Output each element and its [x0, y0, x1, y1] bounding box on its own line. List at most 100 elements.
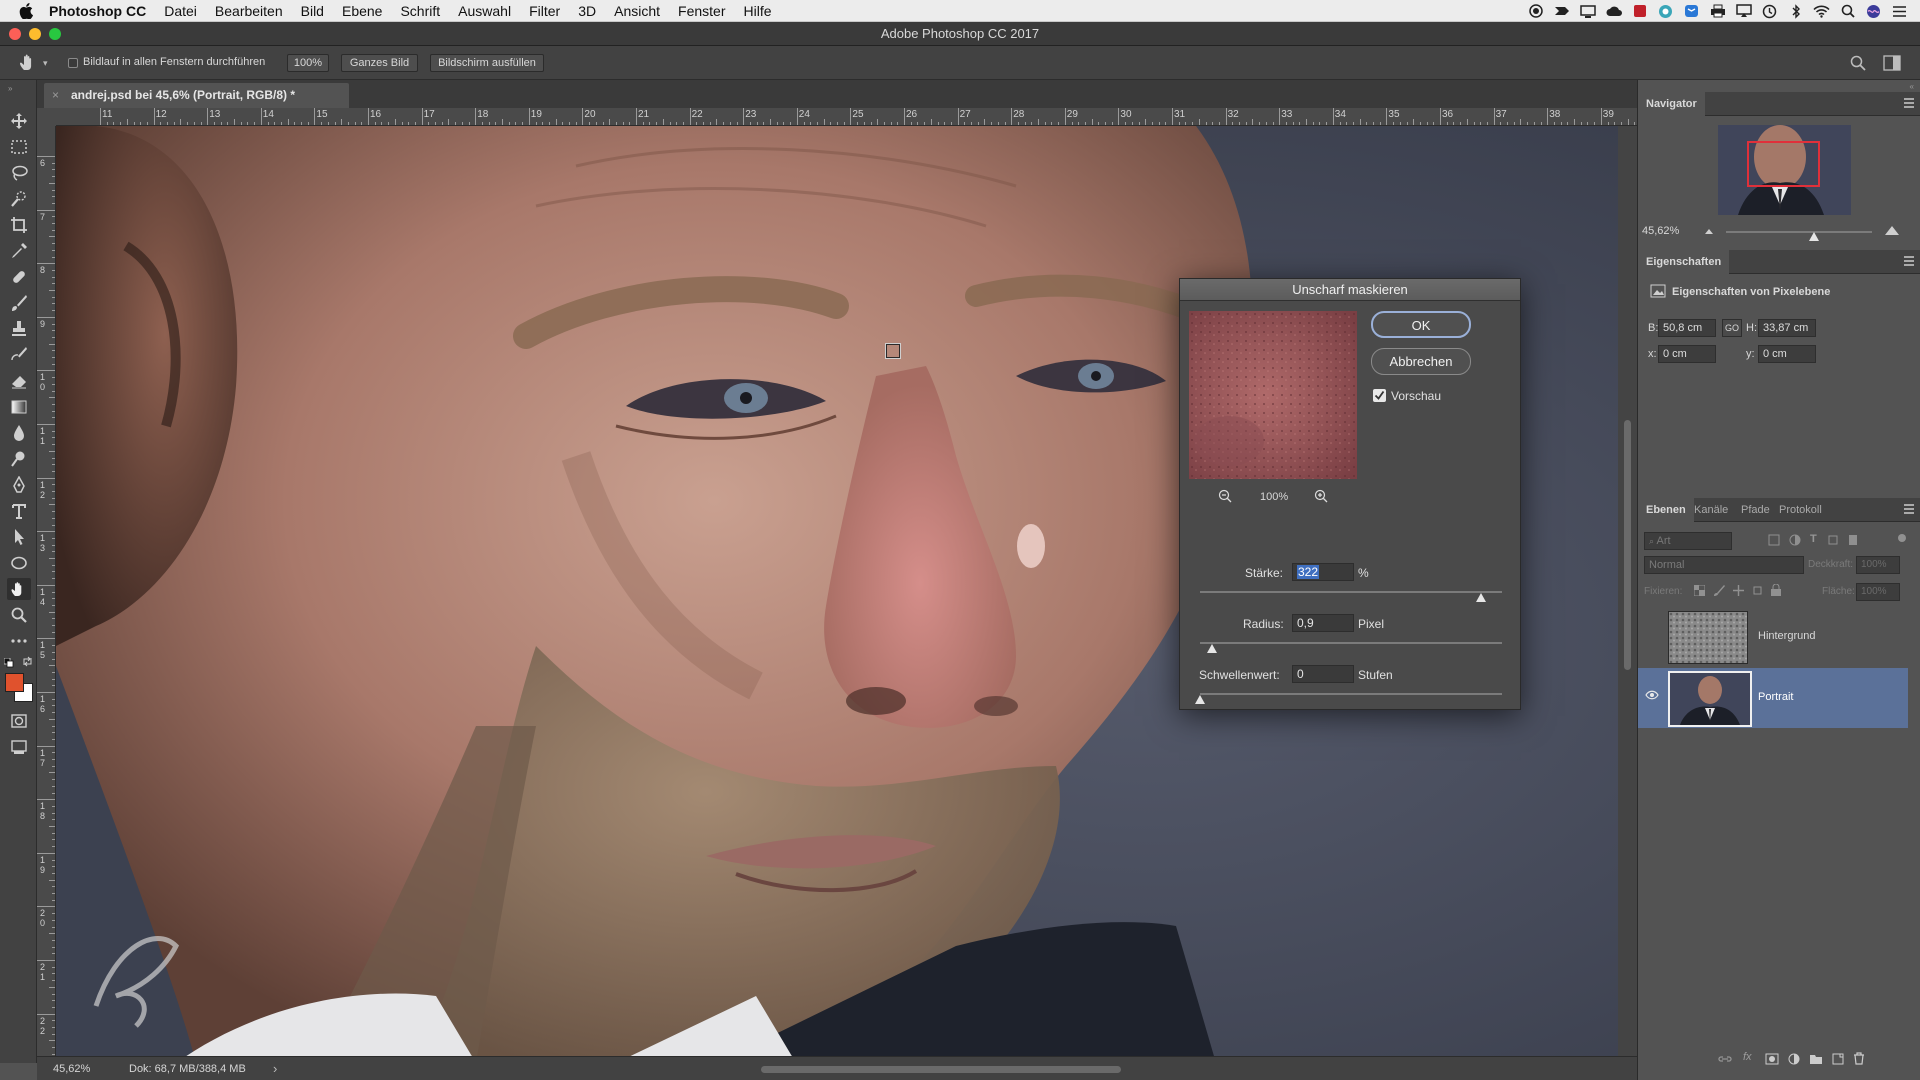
navigator-menu-icon[interactable]	[1903, 97, 1915, 109]
menu-fenster[interactable]: Fenster	[669, 0, 734, 22]
layer-style-fx-icon[interactable]: fx	[1743, 1051, 1752, 1063]
siri-icon[interactable]	[1865, 4, 1882, 19]
lock-position-icon[interactable]	[1733, 585, 1744, 596]
navigator-view-box[interactable]	[1747, 141, 1820, 187]
navigator-zoom-in-icon[interactable]	[1884, 224, 1900, 236]
preview-zoom-out-icon[interactable]	[1218, 489, 1232, 503]
preview-checkbox[interactable]	[1373, 389, 1386, 402]
tab-channels[interactable]: Kanäle	[1686, 498, 1736, 522]
preview-label[interactable]: Vorschau	[1391, 389, 1441, 403]
tab-navigator[interactable]: Navigator	[1638, 92, 1705, 116]
workspace-icon[interactable]	[1883, 55, 1901, 71]
lasso-tool-icon[interactable]	[7, 162, 31, 184]
filter-toggle-icon[interactable]	[1898, 534, 1906, 542]
arrow-app-icon[interactable]	[1553, 4, 1570, 19]
layer-row-hintergrund[interactable]: Hintergrund	[1638, 607, 1908, 667]
dodge-tool-icon[interactable]	[7, 448, 31, 470]
crop-tool-icon[interactable]	[7, 214, 31, 236]
threshold-slider[interactable]	[1200, 693, 1502, 695]
vertical-scrollbar[interactable]	[1618, 126, 1637, 1063]
type-tool-icon[interactable]	[7, 500, 31, 522]
marquee-tool-icon[interactable]	[7, 136, 31, 158]
display-icon[interactable]	[1579, 4, 1596, 19]
vertical-ruler[interactable]: 6 7 8 9 1 0 1 1 1 2 1 3 1 4 1 5 1 6 1 7 1 8 1 9 2 0 2 1…	[37, 126, 56, 1063]
filter-smart-object-icon[interactable]	[1847, 534, 1859, 546]
zoom-100-button[interactable]: 100%	[287, 54, 329, 72]
record-icon[interactable]	[1527, 4, 1544, 19]
pen-tool-icon[interactable]	[7, 474, 31, 496]
scroll-all-windows-checkbox[interactable]	[68, 58, 78, 68]
clone-stamp-tool-icon[interactable]	[7, 318, 31, 340]
wifi-icon[interactable]	[1813, 4, 1830, 19]
properties-menu-icon[interactable]	[1903, 255, 1915, 267]
creative-cloud-icon[interactable]	[1605, 4, 1622, 19]
hand-tool-preset-icon[interactable]	[18, 53, 38, 73]
menu-filter[interactable]: Filter	[520, 0, 569, 22]
vertical-scrollbar-thumb[interactable]	[1624, 420, 1631, 670]
app-red-icon[interactable]	[1631, 4, 1648, 19]
layer-visibility-off-icon[interactable]	[1644, 627, 1658, 641]
navigator-zoom-out-icon[interactable]	[1704, 227, 1714, 235]
toolbar-collapse-icon[interactable]: »	[8, 84, 12, 93]
filter-adjustment-icon[interactable]	[1789, 534, 1801, 546]
fill-screen-button[interactable]: Bildschirm ausfüllen	[430, 54, 544, 72]
status-info-arrow[interactable]: ›	[273, 1061, 277, 1076]
airplay-icon[interactable]	[1735, 4, 1752, 19]
menu-bild[interactable]: Bild	[292, 0, 333, 22]
screen-mode-icon[interactable]	[7, 736, 31, 758]
blur-tool-icon[interactable]	[7, 422, 31, 444]
dialog-preview-image[interactable]	[1189, 311, 1357, 479]
x-field[interactable]: 0 cm	[1658, 345, 1716, 363]
menu-auswahl[interactable]: Auswahl	[449, 0, 520, 22]
fit-screen-button[interactable]: Ganzes Bild	[341, 54, 418, 72]
threshold-slider-thumb[interactable]	[1195, 695, 1205, 704]
link-dimensions-button[interactable]: GO	[1722, 319, 1742, 337]
horizontal-ruler[interactable]: 11 12 13 14 15 16 17 18 19 20 21 22 23 24 25 26 27 28 29 30…	[56, 108, 1638, 126]
width-field[interactable]: 50,8 cm	[1658, 319, 1716, 337]
swap-colors-icon[interactable]	[22, 656, 33, 667]
ok-button[interactable]: OK	[1371, 311, 1471, 338]
default-colors-icon[interactable]	[4, 658, 14, 668]
close-document-icon[interactable]: ×	[52, 88, 59, 102]
apple-icon[interactable]	[12, 0, 40, 22]
menu-app-name[interactable]: Photoshop CC	[40, 0, 155, 22]
teal-app-icon[interactable]	[1657, 4, 1674, 19]
more-tools-icon[interactable]	[7, 630, 31, 652]
healing-brush-tool-icon[interactable]	[7, 266, 31, 288]
panel-collapse-icon[interactable]: «	[1910, 82, 1914, 91]
preset-dropdown-chevron-icon[interactable]: ▾	[43, 58, 48, 69]
filter-shape-icon[interactable]	[1827, 534, 1839, 546]
lock-transparent-icon[interactable]	[1694, 585, 1705, 596]
zoom-tool-icon[interactable]	[7, 604, 31, 626]
fill-field[interactable]: 100%	[1856, 583, 1900, 601]
preview-zoom-in-icon[interactable]	[1314, 489, 1328, 503]
navigator-zoom-slider[interactable]	[1726, 231, 1872, 233]
layer-name-portrait[interactable]: Portrait	[1758, 691, 1793, 703]
threshold-input[interactable]: 0	[1292, 665, 1354, 683]
dialog-title[interactable]: Unscharf maskieren	[1180, 279, 1520, 301]
time-machine-icon[interactable]	[1761, 4, 1778, 19]
navigator-thumbnail[interactable]	[1718, 125, 1851, 215]
layer-name-hintergrund[interactable]: Hintergrund	[1758, 630, 1815, 642]
printer-icon[interactable]	[1709, 4, 1726, 19]
opacity-field[interactable]: 100%	[1856, 556, 1900, 574]
new-group-icon[interactable]	[1809, 1053, 1823, 1065]
foreground-color-swatch[interactable]	[5, 673, 24, 692]
search-icon[interactable]	[1849, 54, 1867, 72]
menu-bearbeiten[interactable]: Bearbeiten	[206, 0, 292, 22]
menu-datei[interactable]: Datei	[155, 0, 206, 22]
gradient-tool-icon[interactable]	[7, 396, 31, 418]
quick-selection-tool-icon[interactable]	[7, 188, 31, 210]
amount-input[interactable]: 322	[1292, 563, 1354, 581]
horizontal-scrollbar-thumb[interactable]	[761, 1066, 1121, 1073]
notification-center-icon[interactable]	[1891, 4, 1908, 19]
lock-all-icon[interactable]	[1771, 584, 1781, 596]
quick-mask-icon[interactable]	[7, 710, 31, 732]
blend-mode-select[interactable]: Normal	[1644, 556, 1804, 574]
ellipse-tool-icon[interactable]	[7, 552, 31, 574]
radius-input[interactable]: 0,9	[1292, 614, 1354, 632]
move-tool-icon[interactable]	[7, 110, 31, 132]
link-layers-icon[interactable]	[1718, 1053, 1732, 1065]
tab-properties[interactable]: Eigenschaften	[1638, 250, 1730, 274]
layer-row-portrait[interactable]: Portrait	[1638, 668, 1908, 728]
